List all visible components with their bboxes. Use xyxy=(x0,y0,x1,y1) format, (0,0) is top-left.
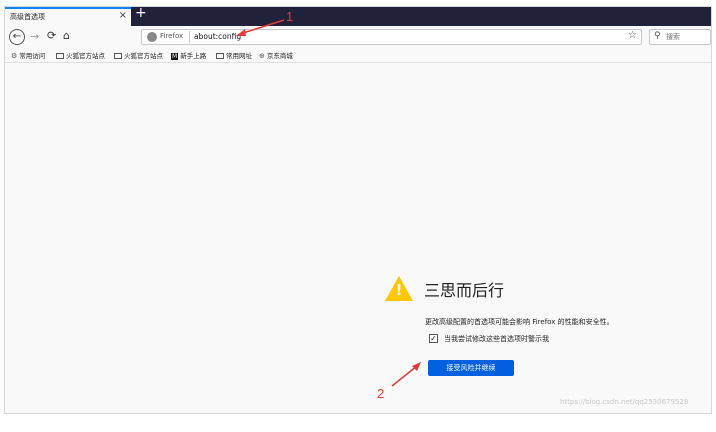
annotation-arrows xyxy=(236,19,421,387)
arrow-1-line xyxy=(239,19,285,35)
watermark: https://blog.csdn.net/qq2530679528 xyxy=(560,398,689,406)
arrow-2-line xyxy=(391,365,418,387)
arrow-1-head xyxy=(236,29,246,36)
annotation-2: 2 xyxy=(377,386,385,401)
annotation-1: 1 xyxy=(286,9,294,24)
